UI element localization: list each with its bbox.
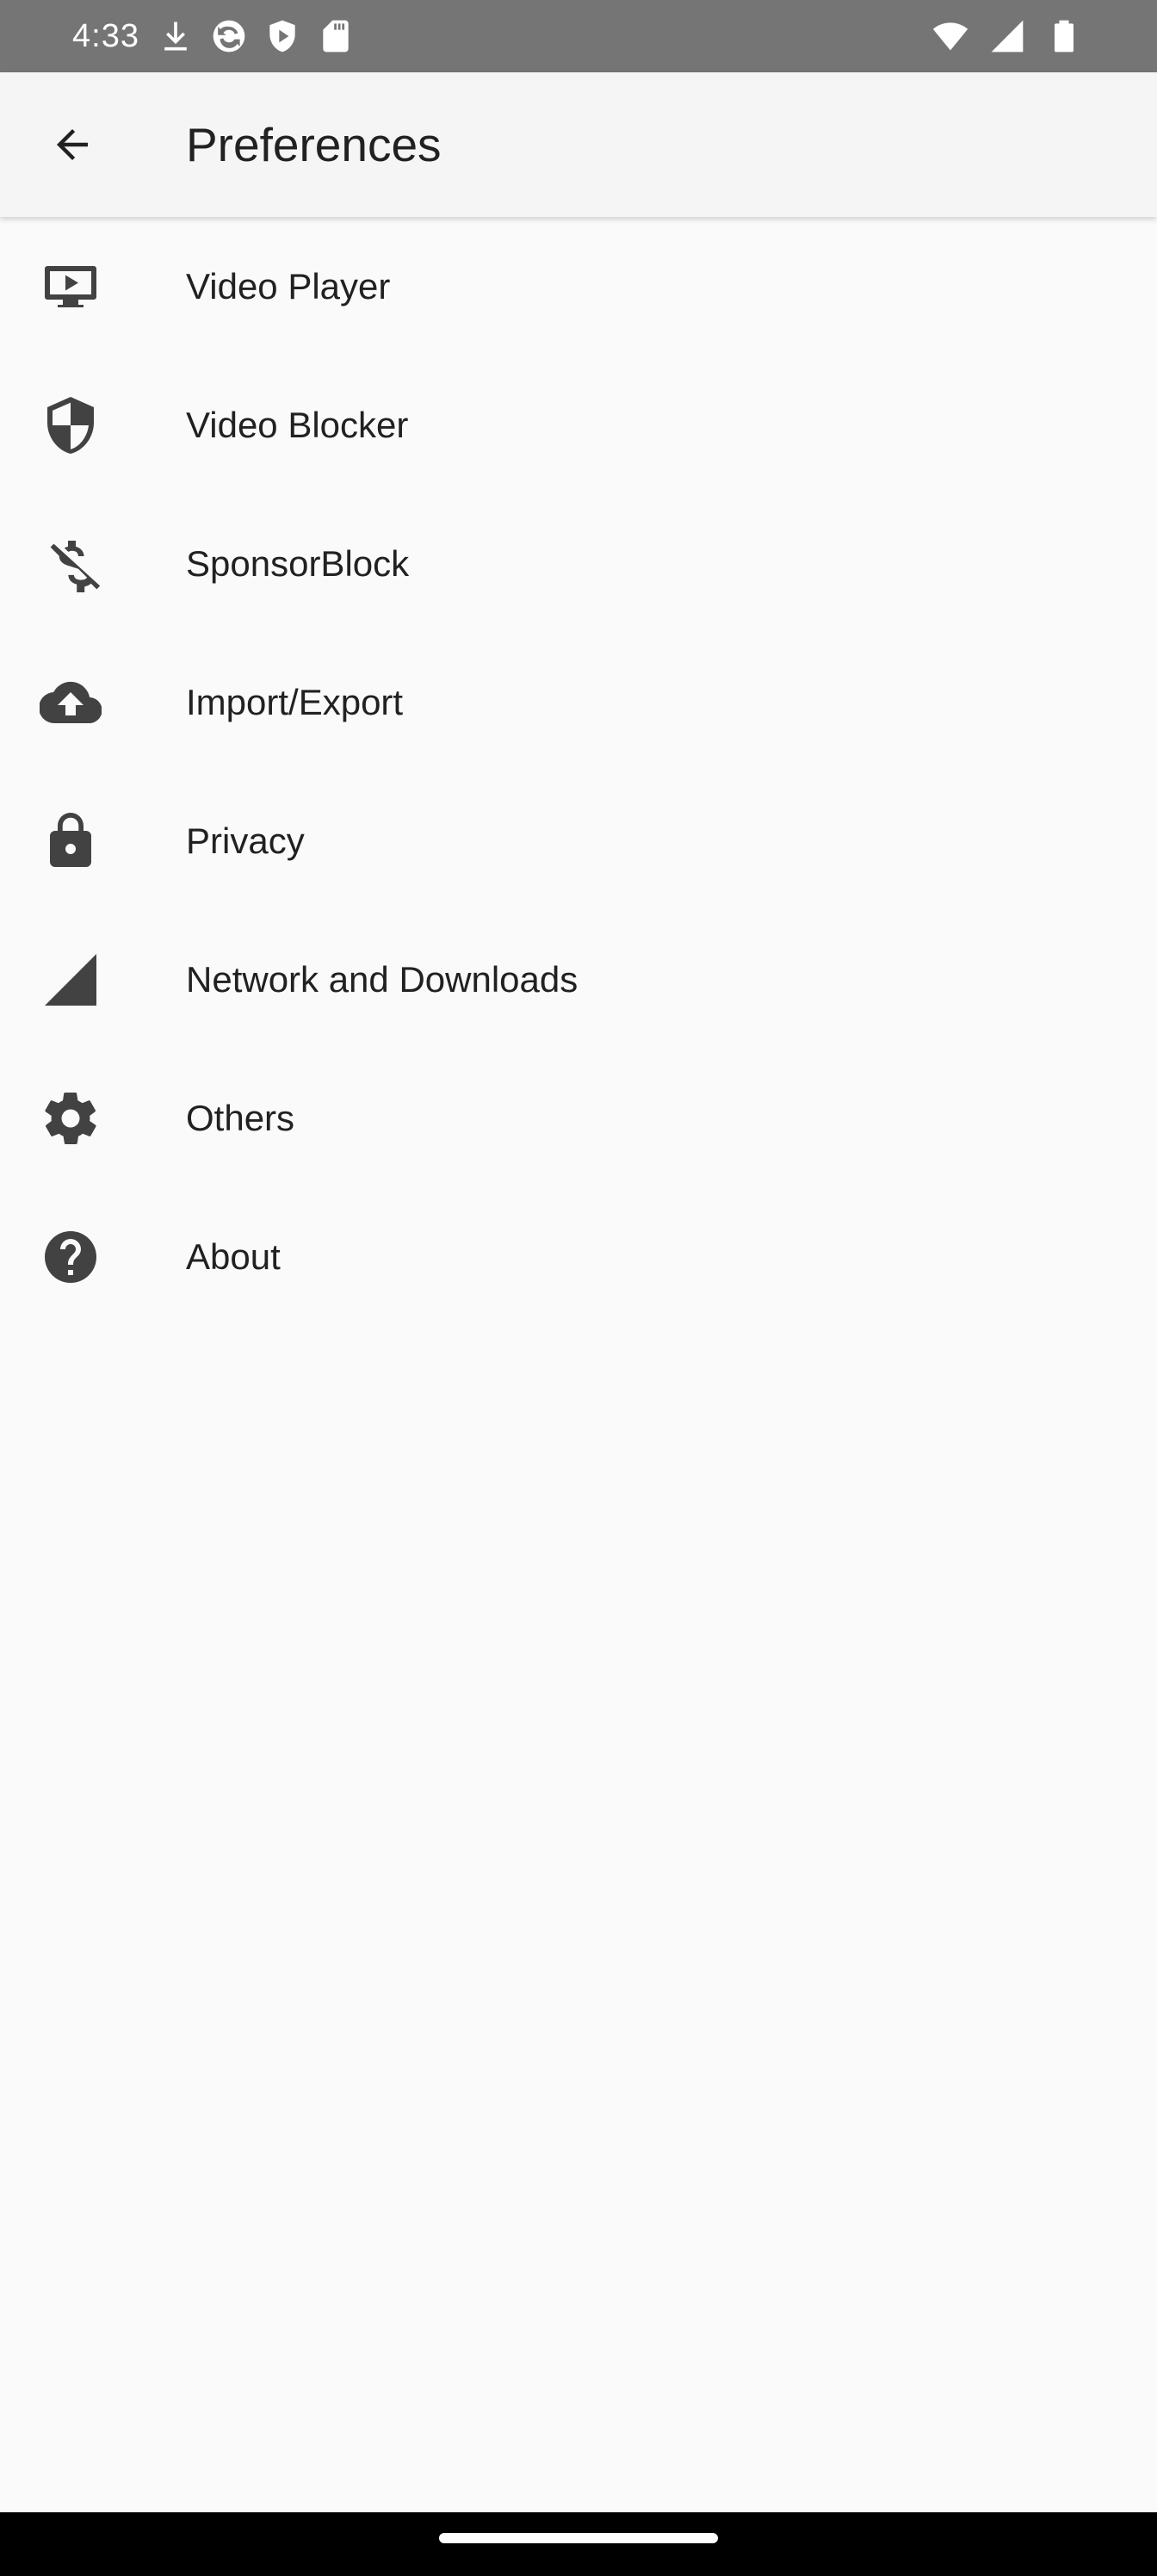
status-bar: 4:33 bbox=[0, 0, 1157, 72]
navigation-bar bbox=[0, 2512, 1157, 2576]
pref-item-about[interactable]: About bbox=[0, 1187, 1157, 1326]
wifi-icon bbox=[931, 17, 969, 55]
pref-label: Network and Downloads bbox=[186, 958, 578, 1000]
lock-icon bbox=[40, 810, 102, 872]
pref-label: About bbox=[186, 1235, 281, 1277]
page-title: Preferences bbox=[186, 118, 442, 171]
sync-icon bbox=[210, 17, 248, 55]
cellular-signal-icon bbox=[988, 17, 1026, 55]
pref-label: Privacy bbox=[186, 820, 305, 861]
shield-play-icon bbox=[263, 17, 301, 55]
sd-card-icon bbox=[317, 17, 355, 55]
pref-item-sponsorblock[interactable]: SponsorBlock bbox=[0, 494, 1157, 633]
arrow-back-icon bbox=[57, 129, 88, 160]
pref-label: Video Player bbox=[186, 265, 391, 307]
gear-icon bbox=[40, 1087, 102, 1149]
money-off-icon bbox=[40, 533, 102, 595]
cloud-upload-icon bbox=[40, 672, 102, 734]
status-notification-icons bbox=[157, 17, 355, 55]
shield-icon bbox=[40, 394, 102, 456]
pref-item-network-downloads[interactable]: Network and Downloads bbox=[0, 910, 1157, 1049]
signal-icon bbox=[40, 949, 102, 1011]
pref-label: Video Blocker bbox=[186, 404, 409, 445]
battery-icon bbox=[1045, 17, 1083, 55]
pref-label: SponsorBlock bbox=[186, 542, 410, 584]
status-time: 4:33 bbox=[72, 18, 139, 54]
status-system-icons bbox=[931, 17, 1083, 55]
pref-label: Import/Export bbox=[186, 681, 404, 722]
download-icon bbox=[157, 17, 195, 55]
pref-item-video-blocker[interactable]: Video Blocker bbox=[0, 356, 1157, 494]
back-button[interactable] bbox=[31, 103, 114, 186]
tv-play-icon bbox=[40, 256, 102, 318]
app-bar: Preferences bbox=[0, 72, 1157, 217]
pref-item-others[interactable]: Others bbox=[0, 1049, 1157, 1187]
help-icon bbox=[40, 1226, 102, 1288]
pref-label: Others bbox=[186, 1097, 295, 1138]
preferences-list: Video Player Video Blocker SponsorBlock … bbox=[0, 217, 1157, 1326]
pref-item-import-export[interactable]: Import/Export bbox=[0, 633, 1157, 771]
home-indicator[interactable] bbox=[439, 2533, 718, 2543]
pref-item-video-player[interactable]: Video Player bbox=[0, 217, 1157, 356]
pref-item-privacy[interactable]: Privacy bbox=[0, 771, 1157, 910]
